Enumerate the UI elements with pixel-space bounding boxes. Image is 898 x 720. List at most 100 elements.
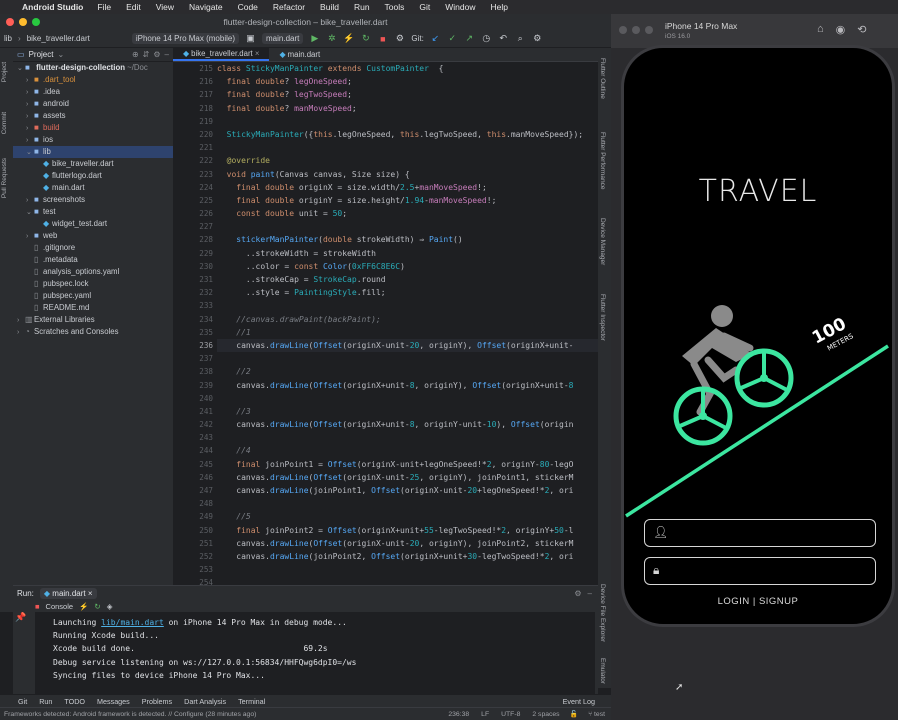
line-separator[interactable]: LF — [475, 711, 495, 718]
tree-item[interactable]: › ■ screenshots — [13, 194, 173, 206]
tree-item[interactable]: ◆ flutterlogo.dart — [13, 170, 173, 182]
tree-item[interactable]: › ■ .idea — [13, 86, 173, 98]
screenshot-icon[interactable]: ◉ — [836, 23, 846, 36]
pin-icon[interactable]: 📌 — [15, 612, 29, 628]
search-everywhere-icon[interactable]: ⌕ — [515, 33, 526, 44]
gear-icon[interactable]: ⚙ — [574, 589, 581, 598]
minimize-window-button[interactable] — [632, 26, 640, 34]
bottom-tab-problems[interactable]: Problems — [142, 697, 172, 706]
menu-item-run[interactable]: Run — [354, 2, 370, 12]
indent-setting[interactable]: 2 spaces — [526, 711, 565, 718]
gear-icon[interactable]: ⚙ — [153, 50, 160, 59]
rotate-icon[interactable]: ⟲ — [857, 23, 866, 36]
file-encoding[interactable]: UTF-8 — [495, 711, 526, 718]
lock-icon[interactable]: 🔓 — [566, 710, 582, 718]
bottom-tab-todo[interactable]: TODO — [64, 697, 85, 706]
pull-requests-tool-tab[interactable]: Pull Requests — [1, 158, 8, 198]
git-commit-icon[interactable]: ✓ — [447, 33, 458, 44]
menu-item-navigate[interactable]: Navigate — [189, 2, 223, 12]
git-update-icon[interactable]: ↙ — [430, 33, 441, 44]
git-history-icon[interactable]: ◷ — [481, 33, 492, 44]
hot-restart-icon[interactable]: ↻ — [360, 33, 371, 44]
username-field[interactable]: 👤︎ — [644, 519, 876, 547]
home-icon[interactable]: ⌂ — [817, 23, 824, 36]
menu-item-code[interactable]: Code — [238, 2, 258, 12]
breadcrumb-file[interactable]: bike_traveller.dart — [27, 34, 90, 43]
console-tab[interactable]: Console — [46, 602, 74, 611]
menu-item-edit[interactable]: Edit — [126, 2, 141, 12]
menu-item-window[interactable]: Window — [445, 2, 475, 12]
tree-item[interactable]: › ■ ios — [13, 134, 173, 146]
run-icon[interactable]: ▶ — [309, 33, 320, 44]
git-branch[interactable]: ⑂ test — [582, 711, 611, 718]
tree-item[interactable]: › ▥External Libraries — [13, 314, 173, 326]
rollback-icon[interactable]: ↶ — [498, 33, 509, 44]
debug-icon[interactable]: ✲ — [326, 33, 337, 44]
tree-item[interactable]: › ■ .dart_tool — [13, 74, 173, 86]
tab-bike-traveller[interactable]: ◆ bike_traveller.dart × — [173, 48, 270, 61]
menu-item-file[interactable]: File — [97, 2, 111, 12]
bottom-tab-messages[interactable]: Messages — [97, 697, 130, 706]
menu-item-tools[interactable]: Tools — [385, 2, 405, 12]
console-file-link[interactable]: lib/main.dart — [101, 618, 164, 627]
git-push-icon[interactable]: ↗ — [464, 33, 475, 44]
bottom-tab-git[interactable]: Git — [18, 697, 27, 706]
run-config-selector[interactable]: main.dart — [262, 33, 304, 44]
tree-item[interactable]: › ◔ Scratches and Consoles — [13, 326, 173, 338]
hot-restart-icon[interactable]: ↻ — [94, 602, 100, 611]
commit-tool-tab[interactable]: Commit — [1, 112, 8, 134]
close-tab-icon[interactable]: × — [253, 49, 260, 58]
tree-root[interactable]: ⌄ ■ flutter-design-collection ~/Doc — [13, 62, 173, 74]
emulator-tab[interactable]: Emulator — [599, 658, 606, 684]
zoom-window-button[interactable] — [645, 26, 653, 34]
tree-item[interactable]: ▯ .metadata — [13, 254, 173, 266]
caret-position[interactable]: 236:38 — [442, 711, 475, 718]
tree-item[interactable]: ▯ .gitignore — [13, 242, 173, 254]
tree-item[interactable]: ◆ bike_traveller.dart — [13, 158, 173, 170]
bottom-tab-event-log[interactable]: Event Log — [563, 697, 611, 706]
hot-reload-icon[interactable]: ⚡ — [79, 602, 88, 611]
tree-item[interactable]: ▯ analysis_options.yaml — [13, 266, 173, 278]
breadcrumb-root[interactable]: lib — [4, 34, 12, 43]
flutter-inspector-tab[interactable]: Flutter Inspector — [599, 294, 606, 341]
flutter-performance-tab[interactable]: Flutter Performance — [599, 132, 606, 189]
code-area[interactable]: class StickyManPainter extends CustomPai… — [217, 62, 611, 585]
run-tab-main[interactable]: ◆ main.dart × — [39, 587, 97, 599]
tab-main[interactable]: ◆ main.dart — [269, 48, 330, 61]
tree-item[interactable]: ▯ README.md — [13, 302, 173, 314]
attach-debugger-icon[interactable]: ⚙ — [394, 33, 405, 44]
project-tool-tab[interactable]: Project — [1, 62, 8, 82]
bottom-tab-run[interactable]: Run — [39, 697, 52, 706]
collapse-all-icon[interactable]: ⇵ — [143, 50, 150, 59]
device-selector[interactable]: iPhone 14 Pro Max (mobile) — [131, 33, 239, 44]
device-manager-icon[interactable]: ▣ — [245, 33, 256, 44]
tree-item[interactable]: ▯ pubspec.yaml — [13, 290, 173, 302]
hide-panel-icon[interactable]: – — [165, 50, 173, 59]
login-link[interactable]: LOGIN — [718, 596, 750, 607]
menu-item-view[interactable]: View — [156, 2, 174, 12]
tree-item[interactable]: ⌄ ■ test — [13, 206, 173, 218]
app-menu-name[interactable]: Android Studio — [22, 2, 83, 12]
close-window-button[interactable] — [619, 26, 627, 34]
tree-item[interactable]: › ■ build — [13, 122, 173, 134]
flutter-outline-tab[interactable]: Flutter Outline — [599, 58, 606, 99]
signup-link[interactable]: SIGNUP — [759, 596, 798, 607]
menu-item-refactor[interactable]: Refactor — [273, 2, 305, 12]
settings-icon[interactable]: ⚙ — [532, 33, 543, 44]
tree-item[interactable]: ▯ pubspec.lock — [13, 278, 173, 290]
tree-item[interactable]: ◆ widget_test.dart — [13, 218, 173, 230]
hide-panel-icon[interactable]: – — [588, 589, 598, 598]
stop-icon[interactable]: ■ — [35, 602, 40, 611]
bottom-tab-dart-analysis[interactable]: Dart Analysis — [184, 697, 226, 706]
chevron-down-icon[interactable]: ⌄ — [57, 50, 64, 59]
tree-item[interactable]: › ■ assets — [13, 110, 173, 122]
status-message[interactable]: Frameworks detected: Android framework i… — [4, 711, 442, 718]
device-manager-tab[interactable]: Device Manager — [599, 218, 606, 265]
tree-item[interactable]: › ■ android — [13, 98, 173, 110]
tree-item[interactable]: ⌄ ■ lib — [13, 146, 173, 158]
bottom-tab-terminal[interactable]: Terminal — [238, 697, 265, 706]
password-field[interactable]: 🔒︎ — [644, 557, 876, 585]
menu-item-help[interactable]: Help — [491, 2, 508, 12]
devtools-icon[interactable]: ◈ — [107, 602, 113, 611]
project-view-selector[interactable]: Project — [29, 50, 54, 59]
